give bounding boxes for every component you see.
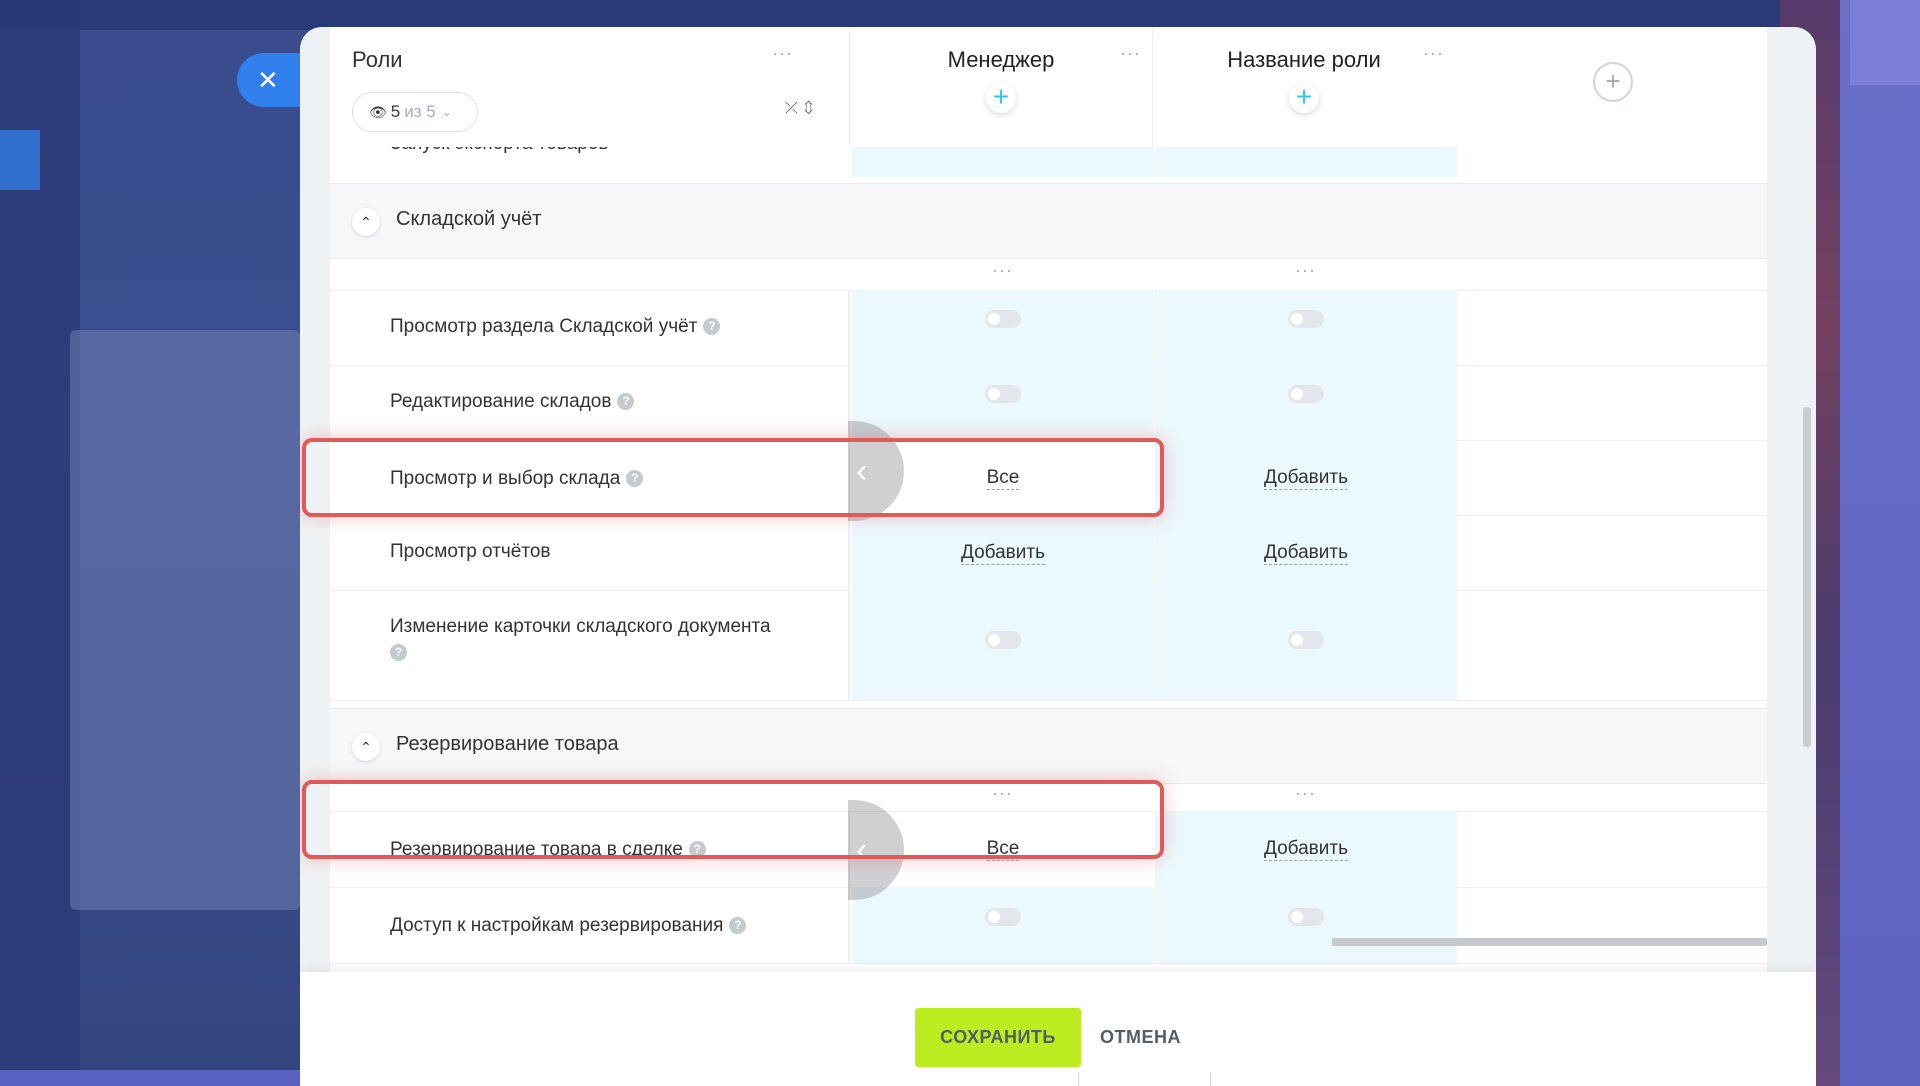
- background-right: [1840, 0, 1920, 1086]
- toggle-switch[interactable]: [1288, 385, 1324, 403]
- highlight-box: [302, 780, 1164, 859]
- chevron-down-icon: ⌄: [441, 105, 452, 119]
- permission-link[interactable]: Добавить: [961, 542, 1045, 565]
- role-menu-icon[interactable]: ···: [1120, 43, 1141, 64]
- table-row: Доступ к настройкам резервирования?: [330, 887, 1767, 964]
- collapse-all-icon[interactable]: ⤫: [785, 100, 804, 117]
- expand-all-icon[interactable]: ⇕: [804, 100, 819, 117]
- close-icon: ✕: [257, 64, 279, 95]
- help-icon[interactable]: ?: [617, 393, 635, 411]
- column-menu-row: ··· ···: [330, 258, 1767, 291]
- background-panel: [70, 330, 300, 910]
- cell-new-role[interactable]: [1155, 590, 1457, 700]
- permission-link[interactable]: Добавить: [1264, 542, 1348, 565]
- close-button[interactable]: ✕: [237, 53, 307, 107]
- background-topbar: [0, 0, 1920, 30]
- dialog-footer: СОХРАНИТЬ ОТМЕНА: [300, 972, 1816, 1086]
- permission-link[interactable]: Добавить: [1264, 467, 1348, 490]
- chevron-up-icon[interactable]: ⌃: [352, 733, 380, 761]
- cell-new-role[interactable]: Добавить: [1155, 440, 1457, 515]
- highlight-box: [302, 438, 1164, 517]
- cell-new-role[interactable]: Добавить: [1155, 811, 1457, 887]
- table-row: Просмотр раздела Складской учёт?: [330, 290, 1767, 366]
- row-label: Доступ к настройкам резервирования?: [390, 915, 747, 937]
- cell-tint: [1155, 147, 1457, 177]
- vertical-scrollbar[interactable]: [1803, 407, 1811, 747]
- role-name: Менеджер: [947, 47, 1055, 72]
- help-icon[interactable]: ?: [703, 318, 721, 336]
- role-column-manager: Менеджер ··· +: [849, 27, 1152, 147]
- section-title: Складской учёт: [396, 208, 542, 230]
- table-row: Изменение карточки складского документа?: [330, 590, 1767, 701]
- section-title: Резервирование товара: [396, 733, 619, 755]
- row-label: Просмотр отчётов: [390, 541, 551, 562]
- cancel-button[interactable]: ОТМЕНА: [1100, 1008, 1181, 1067]
- column-menu-icon[interactable]: ···: [1295, 783, 1316, 804]
- cell-manager[interactable]: [852, 290, 1154, 365]
- row-label: Редактирование складов?: [390, 391, 635, 413]
- section-reservation[interactable]: ⌃ Резервирование товара: [330, 708, 1767, 784]
- divider: [1078, 1072, 1079, 1086]
- table-row: Просмотр отчётов Добавить Добавить: [330, 515, 1767, 591]
- section-warehouse[interactable]: ⌃ Складской учёт: [330, 183, 1767, 259]
- role-menu-icon[interactable]: ···: [1423, 43, 1444, 64]
- roles-menu-icon[interactable]: ···: [772, 43, 793, 64]
- toggle-switch[interactable]: [1288, 631, 1324, 649]
- eye-icon: 👁: [369, 103, 387, 120]
- cell-manager[interactable]: [852, 365, 1154, 440]
- cell-new-role[interactable]: [1155, 887, 1457, 963]
- horizontal-scrollbar[interactable]: [1332, 938, 1767, 946]
- row-label: Запуск экспорта товаров: [390, 147, 609, 155]
- counter-value: 5: [390, 102, 401, 121]
- roles-counter[interactable]: 👁 5 из 5 ⌄: [352, 92, 478, 132]
- roles-dialog: Роли ··· 👁 5 из 5 ⌄ ⤫⇕ Менеджер ··· + На…: [300, 27, 1816, 1086]
- toggle-switch[interactable]: [1288, 908, 1324, 926]
- toggle-switch[interactable]: [985, 631, 1021, 649]
- counter-suffix: из 5: [404, 102, 436, 121]
- add-member-button[interactable]: +: [1289, 83, 1319, 113]
- cell-manager[interactable]: Добавить: [852, 515, 1154, 590]
- permission-link[interactable]: Добавить: [1264, 838, 1348, 861]
- cell-manager[interactable]: [852, 590, 1154, 700]
- column-menu-icon[interactable]: ···: [992, 260, 1013, 281]
- add-role-button[interactable]: +: [1593, 62, 1633, 102]
- toggle-switch[interactable]: [985, 310, 1021, 328]
- help-icon[interactable]: ?: [390, 644, 407, 662]
- role-name: Название роли: [1227, 47, 1381, 72]
- save-button[interactable]: СОХРАНИТЬ: [915, 1008, 1081, 1067]
- cell-new-role[interactable]: [1155, 290, 1457, 365]
- background-right-light: [1850, 0, 1920, 85]
- chevron-up-icon[interactable]: ⌃: [352, 208, 380, 236]
- help-icon[interactable]: ?: [729, 917, 747, 935]
- collapse-expand-icons[interactable]: ⤫⇕: [785, 100, 819, 118]
- table-row-partial: Запуск экспорта товаров: [330, 147, 1767, 177]
- role-column-new: Название роли ··· +: [1152, 27, 1455, 147]
- cell-new-role[interactable]: [1155, 365, 1457, 440]
- table-row: Редактирование складов?: [330, 365, 1767, 441]
- table-header: Роли ··· 👁 5 из 5 ⌄ ⤫⇕ Менеджер ··· + На…: [330, 27, 1767, 147]
- toggle-switch[interactable]: [985, 385, 1021, 403]
- column-menu-icon[interactable]: ···: [1295, 260, 1316, 281]
- divider: [1210, 1072, 1211, 1086]
- cell-new-role[interactable]: Добавить: [1155, 515, 1457, 590]
- cell-tint: [852, 147, 1154, 177]
- toggle-switch[interactable]: [1288, 310, 1324, 328]
- roles-title: Роли: [352, 47, 403, 72]
- background-tab: [0, 130, 40, 190]
- row-label: Изменение карточки складского документа?: [390, 616, 771, 662]
- toggle-switch[interactable]: [985, 908, 1021, 926]
- add-member-button[interactable]: +: [986, 83, 1016, 113]
- row-label: Просмотр раздела Складской учёт?: [390, 316, 721, 338]
- background-bottom-strip: [0, 1070, 335, 1086]
- cell-manager[interactable]: [852, 887, 1154, 963]
